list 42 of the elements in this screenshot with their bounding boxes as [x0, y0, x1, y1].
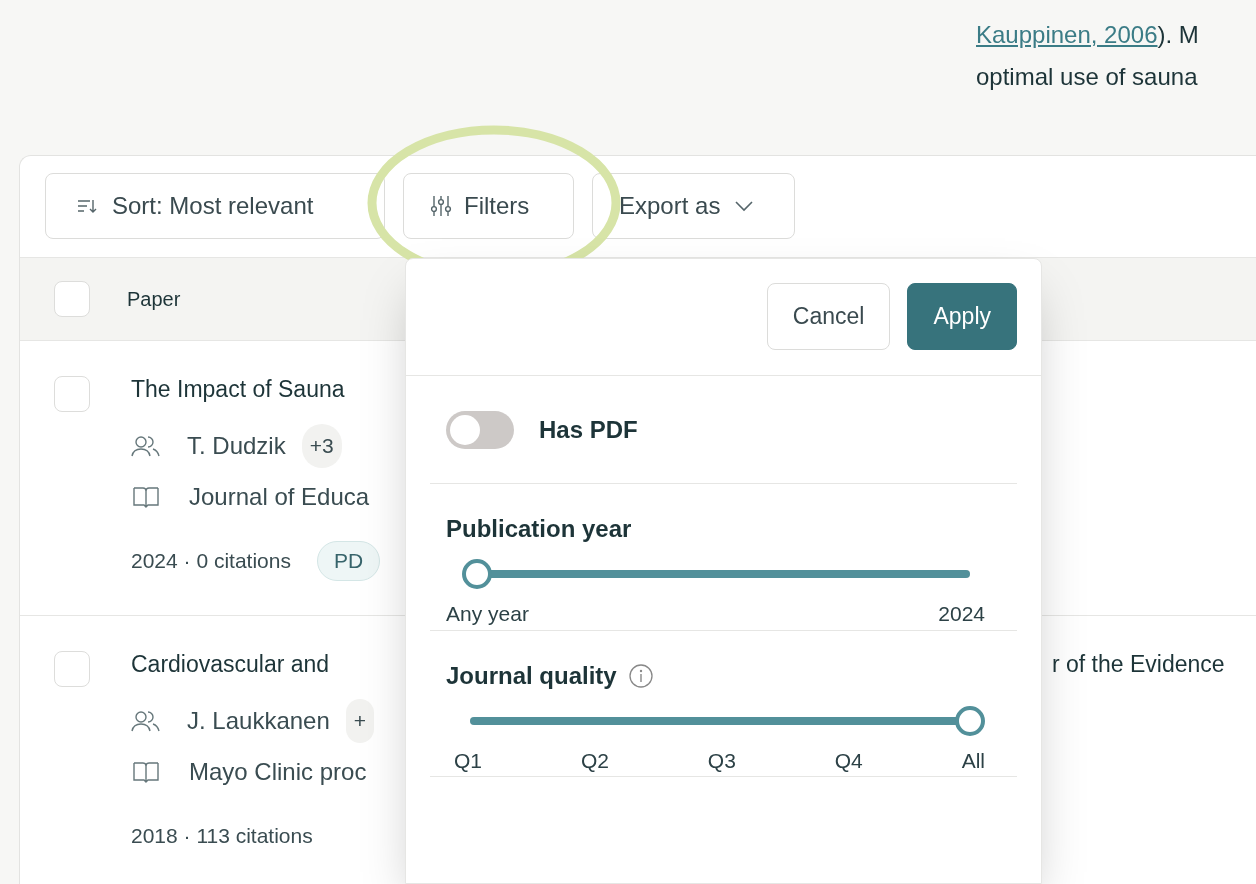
section-title: Journal quality	[446, 660, 617, 691]
apply-button[interactable]: Apply	[907, 283, 1017, 350]
filters-button[interactable]: Filters	[403, 173, 574, 239]
checkbox[interactable]	[54, 651, 90, 687]
export-button[interactable]: Export as	[592, 173, 795, 239]
section-title: Publication year	[446, 514, 632, 544]
sort-icon	[76, 197, 98, 215]
slider-label: Q2	[580, 747, 609, 774]
toggle-label: Has PDF	[539, 414, 638, 445]
author-name[interactable]: T. Dudzik	[187, 428, 286, 464]
sliders-icon	[430, 195, 452, 217]
slider-label: Q4	[834, 747, 863, 774]
sort-button[interactable]: Sort: Most relevant	[45, 173, 385, 239]
people-icon	[131, 710, 161, 732]
cancel-button[interactable]: Cancel	[766, 283, 891, 350]
author-name[interactable]: J. Laukkanen	[187, 703, 330, 739]
paper-title[interactable]: r of the Evidence	[1052, 646, 1225, 682]
journal-name[interactable]: Mayo Clinic proc	[189, 754, 367, 790]
toggle-switch[interactable]	[446, 410, 514, 449]
checkbox[interactable]	[54, 376, 90, 412]
people-icon	[131, 435, 161, 457]
pdf-badge: PD	[316, 541, 381, 581]
column-header: Paper	[127, 287, 181, 312]
checkbox[interactable]	[54, 281, 90, 317]
journal-name[interactable]: Journal of Educa	[189, 479, 370, 515]
slider-label: All	[961, 747, 985, 774]
slider-label: 2024	[938, 601, 985, 627]
book-icon	[133, 485, 159, 509]
paragraph-text: ). M	[1157, 20, 1199, 50]
chevron-down-icon	[734, 200, 755, 212]
paper-meta: 2024 · 0 citations	[131, 548, 291, 575]
author-count[interactable]: +	[345, 699, 375, 743]
paper-title[interactable]: The Impact of Sauna	[131, 375, 345, 402]
paper-meta: 2018 · 113 citations	[131, 823, 313, 850]
paper-title[interactable]: Cardiovascular and	[131, 650, 330, 677]
author-count[interactable]: +3	[301, 424, 342, 468]
slider-label: Q3	[707, 747, 736, 774]
slider-label: Q1	[454, 747, 482, 774]
book-icon	[133, 760, 159, 784]
slider-label: Any year	[446, 601, 529, 627]
citation-link[interactable]: Kauppinen, 2006	[976, 17, 1158, 53]
paragraph-text: optimal use of sauna	[976, 62, 1198, 92]
